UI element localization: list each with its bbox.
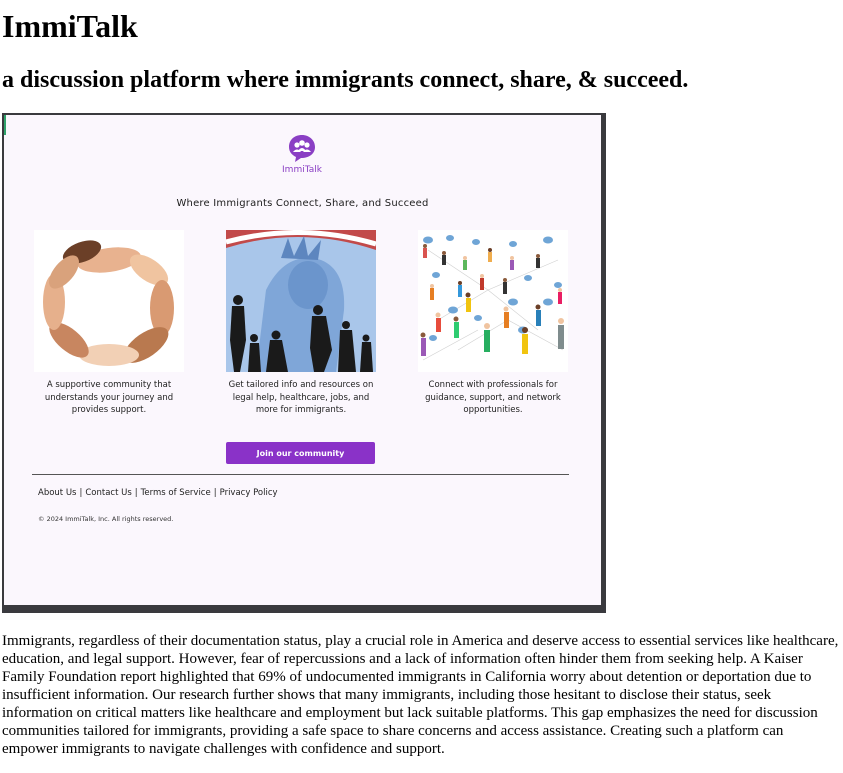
statue-silhouettes-illustration — [226, 230, 376, 372]
footer-divider — [32, 474, 569, 475]
footer-link-about[interactable]: About Us — [38, 488, 76, 498]
people-network-image — [418, 230, 568, 372]
footer-links: About Us | Contact Us | Terms of Service | Pri… — [38, 488, 278, 498]
statue-of-liberty-image — [226, 230, 376, 372]
card-caption-resources: Get tailored info and resources on legal… — [228, 380, 374, 415]
copyright-text: © 2024 ImmiTalk, Inc. All rights reserve… — [38, 515, 174, 523]
tagline: Where Immigrants Connect, Share, and Suc… — [176, 198, 429, 209]
body-paragraph: Immigrants, regardless of their document… — [2, 633, 839, 757]
footer-separator: | — [134, 488, 138, 498]
footer-link-contact[interactable]: Contact Us — [85, 488, 131, 498]
footer-link-privacy[interactable]: Privacy Policy — [220, 488, 278, 498]
logo: ImmiTalk — [282, 133, 322, 175]
frame-edge-accent — [4, 115, 6, 135]
chat-bubble-people-icon — [289, 135, 315, 162]
join-community-button[interactable]: Join our community — [226, 442, 375, 464]
mockup-page: ImmiTalk Where Immigrants Connect, Share… — [4, 115, 601, 605]
hands-circle-image — [34, 230, 184, 372]
card-caption-community: A supportive community that understands … — [44, 380, 174, 415]
people-network-illustration — [418, 230, 568, 372]
page-subtitle: a discussion platform where immigrants c… — [2, 67, 689, 93]
logo-text: ImmiTalk — [282, 165, 322, 175]
website-mockup-image: ImmiTalk Where Immigrants Connect, Share… — [2, 113, 606, 613]
hands-circle-illustration — [34, 230, 184, 372]
footer-separator: | — [213, 488, 217, 498]
footer-link-terms[interactable]: Terms of Service — [141, 488, 211, 498]
card-caption-professionals: Connect with professionals for guidance,… — [425, 380, 561, 415]
page-title: ImmiTalk — [2, 8, 138, 44]
